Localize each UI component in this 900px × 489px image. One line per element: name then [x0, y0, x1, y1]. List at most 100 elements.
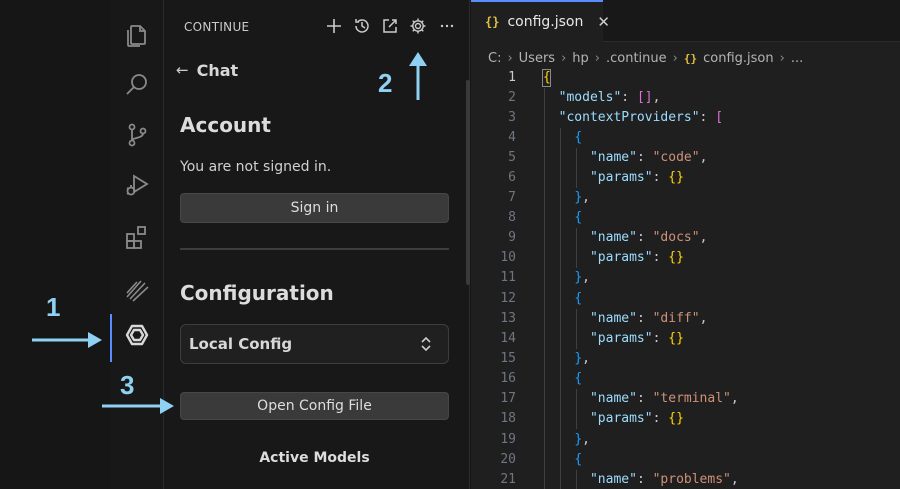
code-line: 17 "name": "terminal",	[471, 389, 900, 409]
breadcrumb-more[interactable]: ...	[791, 51, 803, 66]
annotation-arrow-up-icon	[409, 52, 427, 100]
code-text: "name": "code",	[589, 150, 708, 165]
history-button[interactable]	[351, 15, 373, 37]
code-text: {	[574, 210, 583, 225]
code-line: 12 {	[471, 289, 900, 309]
json-file-icon: {}	[485, 15, 500, 29]
code-text: "params": {}	[589, 250, 684, 265]
code-line: 10 "params": {}	[471, 248, 900, 268]
sidebar-header: CONTINUE	[164, 0, 470, 54]
code-text: "name": "terminal",	[589, 391, 739, 406]
tab-label: config.json	[507, 14, 584, 30]
annotation-number-1: 1	[46, 292, 61, 322]
code-text: },	[574, 190, 590, 205]
sidebar-title: CONTINUE	[184, 20, 250, 34]
chevron-right-icon: ›	[672, 50, 678, 66]
code-line: 1{	[471, 68, 900, 88]
back-to-chat-link[interactable]: ← Chat	[176, 58, 238, 82]
code-text: "params": {}	[589, 170, 684, 185]
line-number: 5	[508, 150, 516, 165]
open-in-editor-button[interactable]	[379, 15, 401, 37]
run-debug-button[interactable]	[110, 162, 164, 208]
extensions-icon	[126, 226, 146, 249]
config-select[interactable]: Local Config	[180, 324, 449, 364]
code-line: 8 {	[471, 208, 900, 228]
line-number: 9	[508, 230, 516, 245]
code-text: "params": {}	[589, 411, 684, 426]
line-number: 8	[508, 210, 516, 225]
breadcrumb-continue[interactable]: .continue	[606, 51, 667, 66]
stripes-extension-button[interactable]	[110, 266, 164, 312]
code-line: 14 "params": {}	[471, 329, 900, 349]
active-models-heading: Active Models	[259, 450, 370, 466]
extensions-button[interactable]	[110, 214, 164, 260]
history-icon	[355, 19, 369, 33]
line-number: 10	[500, 250, 516, 265]
sign-in-button[interactable]: Sign in	[180, 193, 449, 223]
editor-area: {} config.json ✕ C: › Users › hp › .cont…	[471, 0, 900, 489]
breadcrumb-drive[interactable]: C:	[488, 51, 501, 66]
line-number: 21	[500, 472, 516, 487]
line-number: 12	[500, 291, 516, 306]
settings-button[interactable]	[407, 15, 429, 37]
config-select-value: Local Config	[189, 335, 293, 353]
annotation-arrow-right-icon	[32, 332, 102, 348]
annotation-gutter	[0, 0, 110, 489]
search-button[interactable]	[110, 62, 164, 108]
line-number: 13	[500, 311, 516, 326]
line-number: 20	[500, 452, 516, 467]
annotation-number-2: 2	[378, 68, 393, 98]
explorer-button[interactable]	[110, 12, 164, 58]
open-config-file-button[interactable]: Open Config File	[180, 392, 449, 420]
code-text: {	[574, 371, 583, 386]
code-text: "params": {}	[589, 331, 684, 346]
code-text: {	[574, 291, 583, 306]
stripes-icon	[126, 280, 149, 302]
breadcrumb: C: › Users › hp › .continue › {} config.…	[488, 48, 803, 68]
code-text: "contextProviders": [	[558, 110, 724, 125]
breadcrumb-hp[interactable]: hp	[572, 51, 589, 66]
sidebar-scrollbar[interactable]	[466, 80, 470, 285]
code-line: 9 "name": "docs",	[471, 228, 900, 248]
line-number: 7	[508, 190, 516, 205]
code-text: "name": "docs",	[589, 230, 708, 245]
code-line: 18 "params": {}	[471, 409, 900, 429]
code-line: 5 "name": "code",	[471, 148, 900, 168]
code-line: 21 "name": "problems",	[471, 470, 900, 489]
json-file-icon: {}	[683, 51, 698, 65]
section-divider	[180, 248, 449, 250]
search-icon	[126, 74, 147, 95]
code-text: },	[574, 432, 590, 447]
continue-icon	[125, 324, 149, 346]
line-number: 1	[508, 70, 516, 85]
line-number: 4	[508, 130, 516, 145]
line-number: 19	[500, 432, 516, 447]
new-session-button[interactable]	[323, 15, 345, 37]
more-icon	[440, 24, 454, 28]
close-icon[interactable]: ✕	[597, 13, 610, 31]
chevron-up-down-icon	[421, 336, 431, 352]
code-line: 20 {	[471, 450, 900, 470]
breadcrumb-file[interactable]: config.json	[703, 51, 774, 66]
code-text: "name": "problems",	[589, 472, 739, 487]
code-line: 4 {	[471, 128, 900, 148]
line-number: 15	[500, 351, 516, 366]
chevron-right-icon: ›	[779, 50, 785, 66]
source-control-icon	[128, 123, 147, 147]
code-line: 11 },	[471, 268, 900, 288]
chevron-right-icon: ›	[507, 50, 513, 66]
more-actions-button[interactable]	[436, 15, 458, 37]
continue-extension-button[interactable]	[110, 312, 164, 362]
open-external-icon	[383, 19, 397, 33]
line-number: 18	[500, 411, 516, 426]
code-text: {	[574, 452, 583, 467]
source-control-button[interactable]	[110, 112, 164, 158]
back-label: Chat	[196, 60, 239, 80]
chevron-right-icon: ›	[594, 50, 600, 66]
line-number: 14	[500, 331, 516, 346]
line-number: 2	[508, 90, 516, 105]
code-text: },	[574, 351, 590, 366]
breadcrumb-users[interactable]: Users	[519, 51, 555, 66]
code-line: 7 },	[471, 188, 900, 208]
tab-config-json[interactable]: {} config.json ✕	[471, 0, 610, 42]
